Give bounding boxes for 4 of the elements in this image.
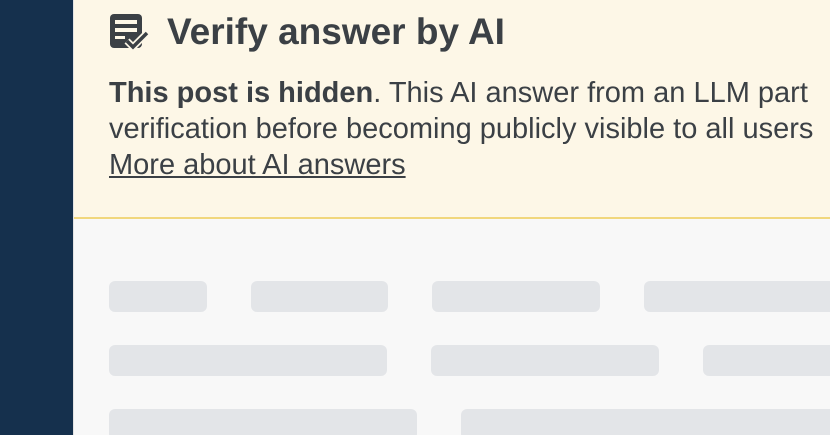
notice-title: Verify answer by AI	[167, 11, 505, 53]
notice-text: This post is hidden. This AI answer from an LLM part verification before becoming publicly visible to all users	[109, 76, 814, 147]
more-link[interactable]: More about AI answers	[109, 147, 406, 183]
checklist-icon	[109, 13, 149, 51]
